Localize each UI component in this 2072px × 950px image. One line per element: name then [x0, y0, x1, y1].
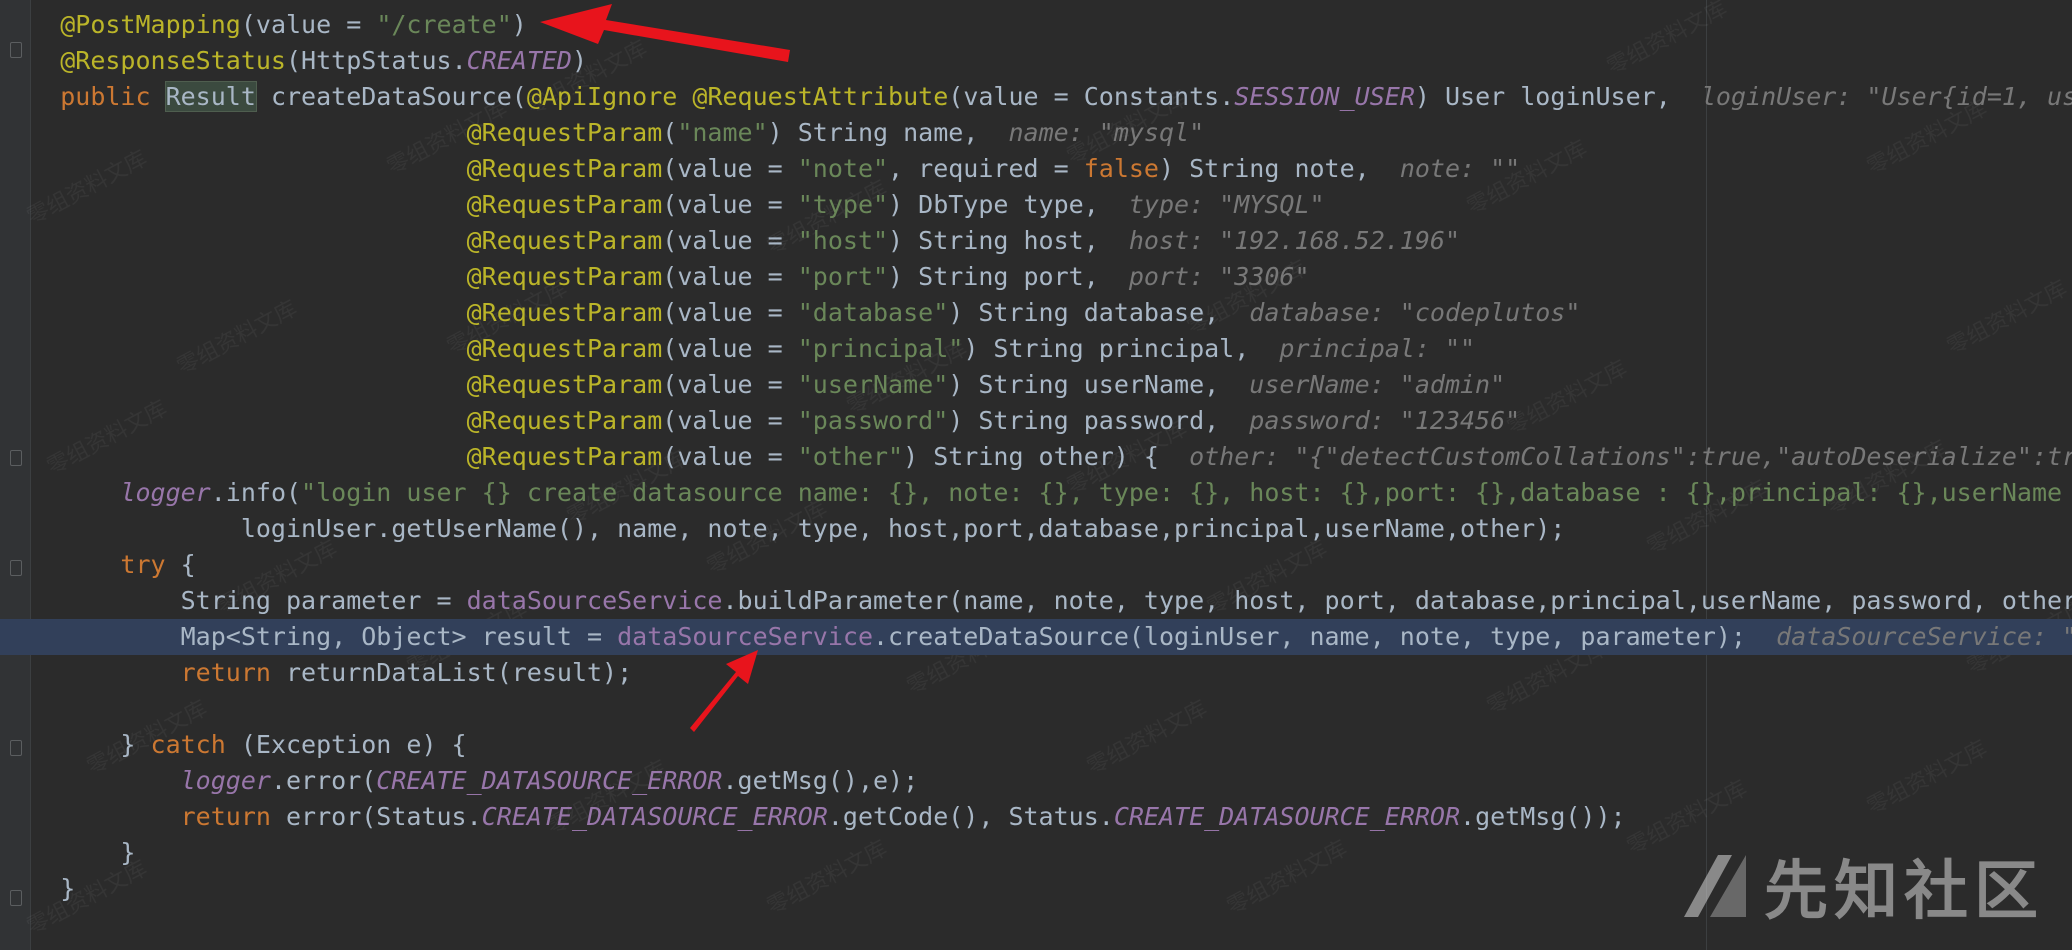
- code-editor[interactable]: 零组资料文库 零组资料文库 零组资料文库 零组资料文库 零组资料文库 零组资料文库 零组资料…: [0, 0, 2072, 950]
- red-arrow-bottom-icon: [690, 650, 758, 732]
- annotation-arrows: [540, 4, 790, 732]
- logo-text: 先知社区: [1764, 855, 2044, 929]
- red-arrow-top-icon: [540, 4, 790, 62]
- xianzhi-logo-icon: [1684, 855, 1746, 917]
- xianzhi-logo: 先知社区: [1680, 840, 2044, 932]
